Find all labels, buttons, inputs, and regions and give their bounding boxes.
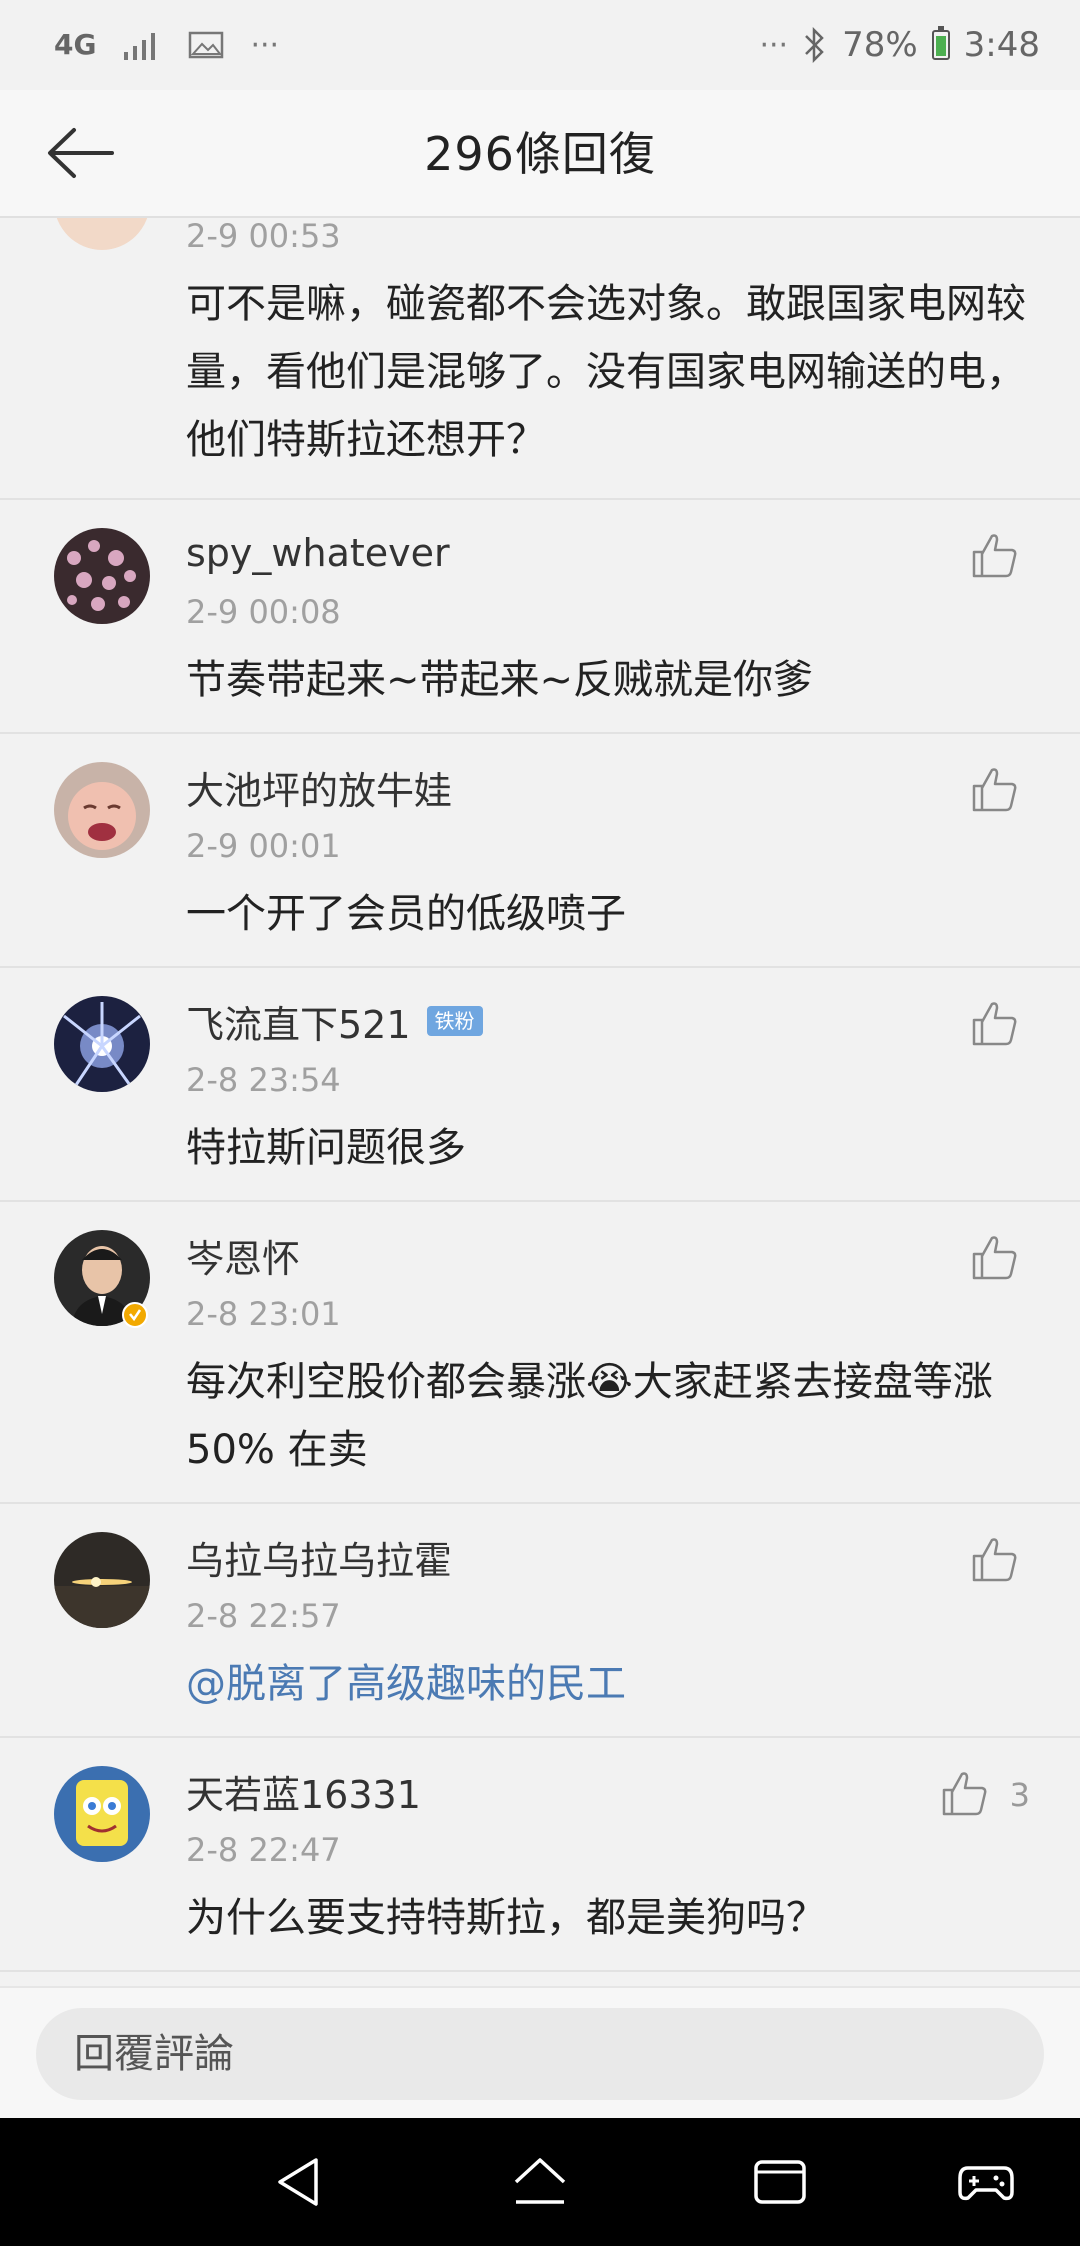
- avatar[interactable]: [54, 528, 150, 624]
- thumbs-up-icon[interactable]: [970, 1232, 1020, 1282]
- comment-time: 2-8 22:47: [186, 1831, 341, 1869]
- nav-back-icon[interactable]: [270, 2152, 330, 2212]
- reply-input[interactable]: 回覆評論: [36, 2008, 1044, 2100]
- like-count: 3: [1009, 1776, 1030, 1814]
- nav-home-icon[interactable]: [510, 2152, 570, 2212]
- comment-item[interactable]: 天若蓝16331 2-8 22:47 为什么要支持特斯拉，都是美狗吗？ 3: [0, 1738, 1080, 1972]
- avatar[interactable]: [54, 1766, 150, 1862]
- comment-time: 2-8 22:57: [186, 1597, 341, 1635]
- comment-author[interactable]: 乌拉乌拉乌拉霍: [186, 1504, 1080, 1583]
- comment-author[interactable]: 大池坪的放牛娃: [186, 734, 1080, 813]
- app-bar: 296條回復: [0, 90, 1080, 218]
- more-notifications-icon: ···: [250, 27, 280, 63]
- thumbs-up-icon[interactable]: [970, 764, 1020, 814]
- comment-item[interactable]: spy_whatever 2-9 00:08 节奏带起来~带起来~反贼就是你爹: [0, 500, 1080, 734]
- avatar[interactable]: [54, 996, 150, 1092]
- comment-item[interactable]: 乌拉乌拉乌拉霍 2-8 22:57 @脱离了高级趣味的民工: [0, 1504, 1080, 1738]
- comment-time: 2-9 00:08: [186, 593, 341, 631]
- comment-item[interactable]: 2-9 00:53 可不是嘛，碰瓷都不会选对象。敢跟国家电网较量，看他们是混够了…: [0, 218, 1080, 500]
- comment-text: 每次利空股价都会暴涨😭大家赶紧去接盘等涨50% 在卖: [186, 1359, 993, 1473]
- avatar[interactable]: [54, 762, 150, 858]
- comment-text: 一个开了会员的低级喷子: [186, 891, 626, 937]
- avatar[interactable]: [54, 218, 150, 250]
- comment-time: 2-9 00:53: [186, 218, 341, 255]
- comment-time: 2-9 00:01: [186, 827, 341, 865]
- battery-percent: 78%: [842, 25, 918, 65]
- comment-author[interactable]: 岑恩怀: [186, 1202, 1080, 1281]
- game-controller-icon[interactable]: [956, 2152, 1016, 2212]
- clock: 3:48: [963, 25, 1040, 65]
- thumbs-up-icon[interactable]: [970, 1534, 1020, 1584]
- comment-list[interactable]: 2-9 00:53 可不是嘛，碰瓷都不会选对象。敢跟国家电网较量，看他们是混够了…: [0, 218, 1080, 1986]
- more-status-icon: ···: [759, 27, 789, 63]
- fan-badge: 铁粉: [426, 1006, 483, 1036]
- comment-item[interactable]: 岑恩怀 2-8 23:01 每次利空股价都会暴涨😭大家赶紧去接盘等涨50% 在卖: [0, 1202, 1080, 1504]
- comment-text: 节奏带起来~带起来~反贼就是你爹: [186, 657, 814, 703]
- thumbs-up-icon[interactable]: [970, 530, 1020, 580]
- comment-author[interactable]: 飞流直下521 铁粉: [186, 968, 1080, 1047]
- battery-icon: [931, 26, 950, 60]
- comment-author[interactable]: spy_whatever: [186, 500, 1080, 578]
- comment-mention-link[interactable]: @脱离了高级趣味的民工: [186, 1650, 1036, 1736]
- reply-bar: 回覆評論: [0, 1986, 1080, 2118]
- comment-time: 2-8 23:54: [186, 1061, 341, 1099]
- status-right: ··· 78% 3:48: [759, 25, 1040, 65]
- comment-item[interactable]: 飞流直下521 铁粉 2-8 23:54 特拉斯问题很多: [0, 968, 1080, 1202]
- status-left: 4G ···: [54, 28, 279, 63]
- comment-text: 特拉斯问题很多: [186, 1125, 466, 1171]
- page-title: 296條回復: [424, 127, 656, 181]
- nav-recents-icon[interactable]: [750, 2152, 810, 2212]
- thumbs-up-icon[interactable]: [970, 998, 1020, 1048]
- comment-time: 2-8 23:01: [186, 1295, 341, 1333]
- comment-text: 可不是嘛，碰瓷都不会选对象。敢跟国家电网较量，看他们是混够了。没有国家电网输送的…: [186, 281, 1026, 463]
- bluetooth-icon: [805, 27, 824, 63]
- verified-badge-icon: [122, 1302, 148, 1328]
- comment-text: 为什么要支持特斯拉，都是美狗吗？: [186, 1895, 826, 1941]
- image-notification-icon: [189, 31, 224, 59]
- network-indicator: 4G: [54, 28, 97, 61]
- signal-icon: [124, 33, 156, 60]
- thumbs-up-icon[interactable]: [940, 1768, 990, 1818]
- comment-item[interactable]: 大池坪的放牛娃 2-9 00:01 一个开了会员的低级喷子: [0, 734, 1080, 968]
- status-bar: 4G ··· ··· 78% 3:48: [0, 0, 1080, 90]
- system-nav-bar: [0, 2118, 1080, 2246]
- avatar[interactable]: [54, 1532, 150, 1628]
